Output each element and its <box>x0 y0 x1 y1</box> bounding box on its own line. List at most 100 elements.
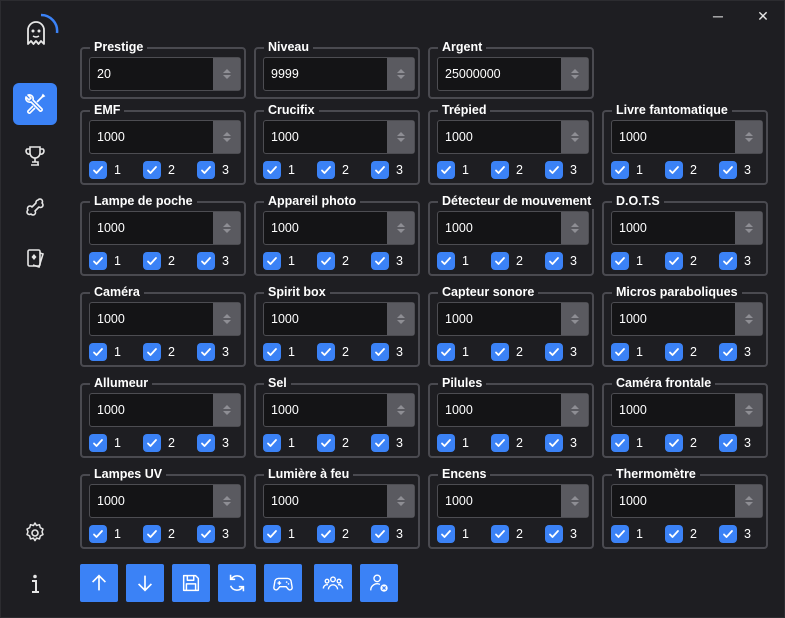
sel-value[interactable]: 1000 <box>264 394 387 426</box>
lampe-de-poche-checkbox-2[interactable]: 2 <box>143 252 175 270</box>
stepper-down-icon[interactable] <box>570 502 579 506</box>
checkmark-icon[interactable] <box>317 252 335 270</box>
camera-stepper[interactable] <box>213 303 240 335</box>
checkmark-icon[interactable] <box>611 252 629 270</box>
camera-frontale-checkbox-3[interactable]: 3 <box>719 434 751 452</box>
emf-stepper[interactable] <box>213 121 240 153</box>
checkmark-icon[interactable] <box>317 343 335 361</box>
camera-value[interactable]: 1000 <box>90 303 213 335</box>
checkmark-icon[interactable] <box>545 252 563 270</box>
d-o-t-s-checkbox-1[interactable]: 1 <box>611 252 643 270</box>
checkmark-icon[interactable] <box>89 434 107 452</box>
checkmark-icon[interactable] <box>371 343 389 361</box>
appareil-photo-spinbox[interactable]: 1000 <box>263 211 415 245</box>
crucifix-spinbox[interactable]: 1000 <box>263 120 415 154</box>
checkmark-icon[interactable] <box>719 343 737 361</box>
spirit-box-checkbox-3[interactable]: 3 <box>371 343 403 361</box>
stepper-up-icon[interactable] <box>570 223 579 227</box>
minimize-button[interactable]: ─ <box>705 5 731 27</box>
capteur-sonore-checkbox-3[interactable]: 3 <box>545 343 577 361</box>
checkmark-icon[interactable] <box>545 161 563 179</box>
stepper-up-icon[interactable] <box>570 405 579 409</box>
capteur-sonore-value[interactable]: 1000 <box>438 303 561 335</box>
sidebar-item-bone[interactable] <box>13 186 57 228</box>
stepper-up-icon[interactable] <box>222 314 231 318</box>
stepper-down-icon[interactable] <box>396 229 405 233</box>
lampes-uv-checkbox-2[interactable]: 2 <box>143 525 175 543</box>
checkmark-icon[interactable] <box>611 161 629 179</box>
pilules-checkbox-2[interactable]: 2 <box>491 434 523 452</box>
prestige-stepper[interactable] <box>213 58 240 90</box>
crucifix-value[interactable]: 1000 <box>264 121 387 153</box>
encens-spinbox[interactable]: 1000 <box>437 484 589 518</box>
spirit-box-spinbox[interactable]: 1000 <box>263 302 415 336</box>
checkmark-icon[interactable] <box>719 525 737 543</box>
lampes-uv-value[interactable]: 1000 <box>90 485 213 517</box>
stepper-down-icon[interactable] <box>222 411 231 415</box>
stepper-down-icon[interactable] <box>222 502 231 506</box>
lumiere-a-feu-stepper[interactable] <box>387 485 414 517</box>
stepper-down-icon[interactable] <box>222 320 231 324</box>
stepper-down-icon[interactable] <box>744 411 753 415</box>
group-button[interactable] <box>314 564 352 602</box>
encens-checkbox-1[interactable]: 1 <box>437 525 469 543</box>
checkmark-icon[interactable] <box>143 343 161 361</box>
pilules-stepper[interactable] <box>561 394 588 426</box>
livre-fantomatique-spinbox[interactable]: 1000 <box>611 120 763 154</box>
allumeur-stepper[interactable] <box>213 394 240 426</box>
stepper-down-icon[interactable] <box>396 411 405 415</box>
checkmark-icon[interactable] <box>371 434 389 452</box>
checkmark-icon[interactable] <box>89 252 107 270</box>
lampes-uv-stepper[interactable] <box>213 485 240 517</box>
sidebar-item-cards[interactable] <box>13 237 57 279</box>
crucifix-stepper[interactable] <box>387 121 414 153</box>
stepper-down-icon[interactable] <box>744 502 753 506</box>
stepper-up-icon[interactable] <box>396 223 405 227</box>
livre-fantomatique-checkbox-3[interactable]: 3 <box>719 161 751 179</box>
checkmark-icon[interactable] <box>665 434 683 452</box>
checkmark-icon[interactable] <box>263 343 281 361</box>
download-button[interactable] <box>126 564 164 602</box>
livre-fantomatique-stepper[interactable] <box>735 121 762 153</box>
checkmark-icon[interactable] <box>197 252 215 270</box>
allumeur-value[interactable]: 1000 <box>90 394 213 426</box>
sidebar-item-tools[interactable] <box>13 83 57 125</box>
stepper-up-icon[interactable] <box>744 223 753 227</box>
detecteur-de-mouvement-checkbox-2[interactable]: 2 <box>491 252 523 270</box>
spirit-box-stepper[interactable] <box>387 303 414 335</box>
lumiere-a-feu-checkbox-3[interactable]: 3 <box>371 525 403 543</box>
niveau-value[interactable]: 9999 <box>264 58 387 90</box>
save-button[interactable] <box>172 564 210 602</box>
stepper-down-icon[interactable] <box>744 229 753 233</box>
livre-fantomatique-checkbox-2[interactable]: 2 <box>665 161 697 179</box>
stepper-up-icon[interactable] <box>744 496 753 500</box>
crucifix-checkbox-3[interactable]: 3 <box>371 161 403 179</box>
spirit-box-value[interactable]: 1000 <box>264 303 387 335</box>
stepper-up-icon[interactable] <box>222 223 231 227</box>
stepper-down-icon[interactable] <box>396 75 405 79</box>
checkmark-icon[interactable] <box>611 434 629 452</box>
lumiere-a-feu-checkbox-1[interactable]: 1 <box>263 525 295 543</box>
micros-paraboliques-checkbox-3[interactable]: 3 <box>719 343 751 361</box>
thermometre-value[interactable]: 1000 <box>612 485 735 517</box>
crucifix-checkbox-2[interactable]: 2 <box>317 161 349 179</box>
detecteur-de-mouvement-spinbox[interactable]: 1000 <box>437 211 589 245</box>
trepied-spinbox[interactable]: 1000 <box>437 120 589 154</box>
checkmark-icon[interactable] <box>491 252 509 270</box>
prestige-spinbox[interactable]: 20 <box>89 57 241 91</box>
checkmark-icon[interactable] <box>317 434 335 452</box>
argent-value[interactable]: 25000000 <box>438 58 561 90</box>
checkmark-icon[interactable] <box>263 161 281 179</box>
trepied-checkbox-1[interactable]: 1 <box>437 161 469 179</box>
appareil-photo-checkbox-1[interactable]: 1 <box>263 252 295 270</box>
checkmark-icon[interactable] <box>491 343 509 361</box>
prestige-value[interactable]: 20 <box>90 58 213 90</box>
sel-spinbox[interactable]: 1000 <box>263 393 415 427</box>
stepper-down-icon[interactable] <box>396 320 405 324</box>
stepper-down-icon[interactable] <box>570 411 579 415</box>
checkmark-icon[interactable] <box>371 252 389 270</box>
emf-value[interactable]: 1000 <box>90 121 213 153</box>
argent-stepper[interactable] <box>561 58 588 90</box>
thermometre-checkbox-1[interactable]: 1 <box>611 525 643 543</box>
stepper-up-icon[interactable] <box>396 69 405 73</box>
